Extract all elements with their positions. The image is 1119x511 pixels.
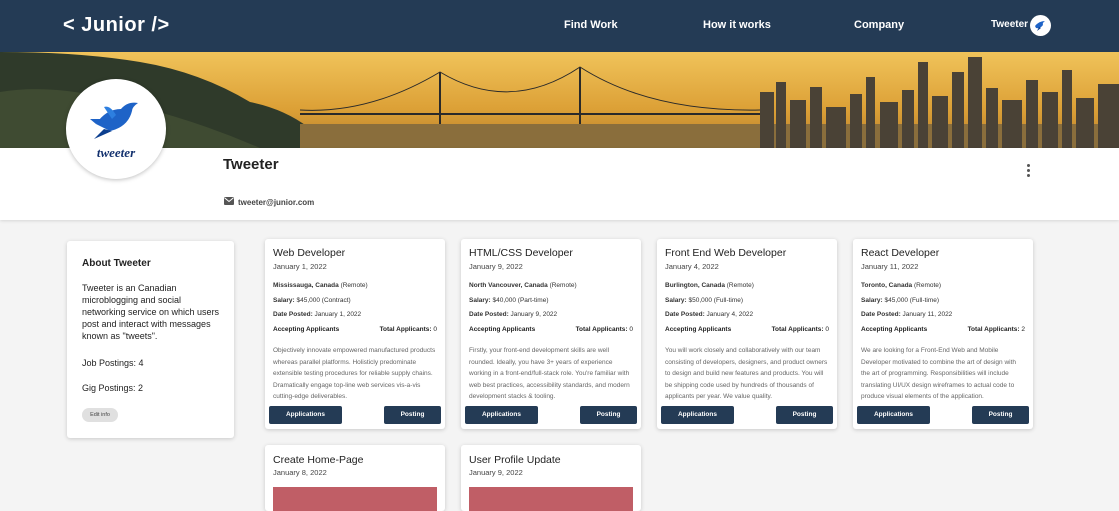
job-location: Burlington, Canada (Remote) (665, 282, 754, 289)
job-date-posted: Date Posted: January 4, 2022 (665, 311, 754, 318)
gig-content-block (469, 487, 633, 511)
posting-button[interactable]: Posting (776, 406, 833, 424)
job-status: Accepting Applicants (861, 326, 928, 333)
job-title[interactable]: React Developer (861, 247, 939, 259)
bird-icon (1035, 21, 1045, 31)
nav-link-company[interactable]: Company (854, 19, 904, 31)
applications-button[interactable]: Applications (465, 406, 538, 424)
company-logo: tweeter (66, 79, 166, 179)
nav-link-find-work[interactable]: Find Work (564, 19, 618, 31)
city-skyline-image (0, 52, 1119, 148)
company-email[interactable]: tweeter@junior.com (238, 198, 314, 207)
nav-user-name[interactable]: Tweeter (991, 19, 1028, 30)
applications-button[interactable]: Applications (857, 406, 930, 424)
nav-user-avatar[interactable] (1030, 15, 1051, 36)
job-salary: Salary: $40,000 (Part-time) (469, 297, 549, 304)
gig-date: January 9, 2022 (469, 468, 523, 477)
gig-postings-count: Gig Postings: 2 (82, 383, 144, 393)
nav-link-how-it-works[interactable]: How it works (703, 19, 771, 31)
gig-card: Create Home-Page January 8, 2022 (265, 445, 445, 511)
job-location: North Vancouver, Canada (Remote) (469, 282, 577, 289)
job-date: January 9, 2022 (469, 262, 523, 271)
job-date-posted: Date Posted: January 1, 2022 (273, 311, 362, 318)
about-card: About Tweeter Tweeter is an Canadian mic… (67, 241, 234, 438)
job-status: Accepting Applicants (665, 326, 732, 333)
job-salary: Salary: $45,000 (Full-time) (861, 297, 940, 304)
job-location: Toronto, Canada (Remote) (861, 282, 942, 289)
job-total-applicants: Total Applicants: 2 (967, 326, 1025, 333)
company-logo-text: tweeter (96, 145, 136, 160)
bird-icon (90, 102, 138, 139)
mail-icon (224, 197, 234, 205)
job-salary: Salary: $45,000 (Contract) (273, 297, 351, 304)
job-total-applicants: Total Applicants: 0 (575, 326, 633, 333)
job-date: January 1, 2022 (273, 262, 327, 271)
job-date: January 11, 2022 (861, 262, 919, 271)
gig-title[interactable]: Create Home-Page (273, 454, 363, 466)
job-title[interactable]: Web Developer (273, 247, 345, 259)
applications-button[interactable]: Applications (661, 406, 734, 424)
job-title[interactable]: Front End Web Developer (665, 247, 786, 259)
posting-button[interactable]: Posting (972, 406, 1029, 424)
company-header (0, 148, 1119, 220)
applications-button[interactable]: Applications (269, 406, 342, 424)
job-description: You will work closely and collaborativel… (665, 347, 828, 400)
posting-button[interactable]: Posting (580, 406, 637, 424)
job-description: Firstly, your front-end development skil… (469, 347, 630, 400)
job-total-applicants: Total Applicants: 0 (379, 326, 437, 333)
job-title[interactable]: HTML/CSS Developer (469, 247, 573, 259)
job-date-posted: Date Posted: January 11, 2022 (861, 311, 953, 318)
more-options-icon[interactable] (1024, 164, 1032, 180)
about-title: About Tweeter (82, 258, 151, 269)
gig-date: January 8, 2022 (273, 468, 327, 477)
job-salary: Salary: $50,000 (Full-time) (665, 297, 744, 304)
job-description: We are looking for a Front-End Web and M… (861, 347, 1017, 400)
job-card: React Developer January 11, 2022 Toronto… (853, 239, 1033, 429)
job-card: Web Developer January 1, 2022 Mississaug… (265, 239, 445, 429)
company-name: Tweeter (223, 156, 279, 173)
job-status: Accepting Applicants (273, 326, 340, 333)
about-description: Tweeter is an Canadian microblogging and… (82, 283, 220, 341)
top-navbar: < Junior /> Find Work How it works Compa… (0, 0, 1119, 52)
job-location: Mississauga, Canada (Remote) (273, 282, 368, 289)
job-description: Objectively innovate empowered manufactu… (273, 347, 436, 400)
job-date: January 4, 2022 (665, 262, 719, 271)
cover-banner (0, 52, 1119, 148)
posting-button[interactable]: Posting (384, 406, 441, 424)
gig-card: User Profile Update January 9, 2022 (461, 445, 641, 511)
edit-info-button[interactable]: Edit info (82, 408, 118, 422)
job-total-applicants: Total Applicants: 0 (771, 326, 829, 333)
gig-title[interactable]: User Profile Update (469, 454, 561, 466)
job-card: HTML/CSS Developer January 9, 2022 North… (461, 239, 641, 429)
job-status: Accepting Applicants (469, 326, 536, 333)
job-card: Front End Web Developer January 4, 2022 … (657, 239, 837, 429)
gig-content-block (273, 487, 437, 511)
job-date-posted: Date Posted: January 9, 2022 (469, 311, 558, 318)
job-postings-count: Job Postings: 4 (82, 358, 144, 368)
site-logo[interactable]: < Junior /> (63, 14, 170, 37)
